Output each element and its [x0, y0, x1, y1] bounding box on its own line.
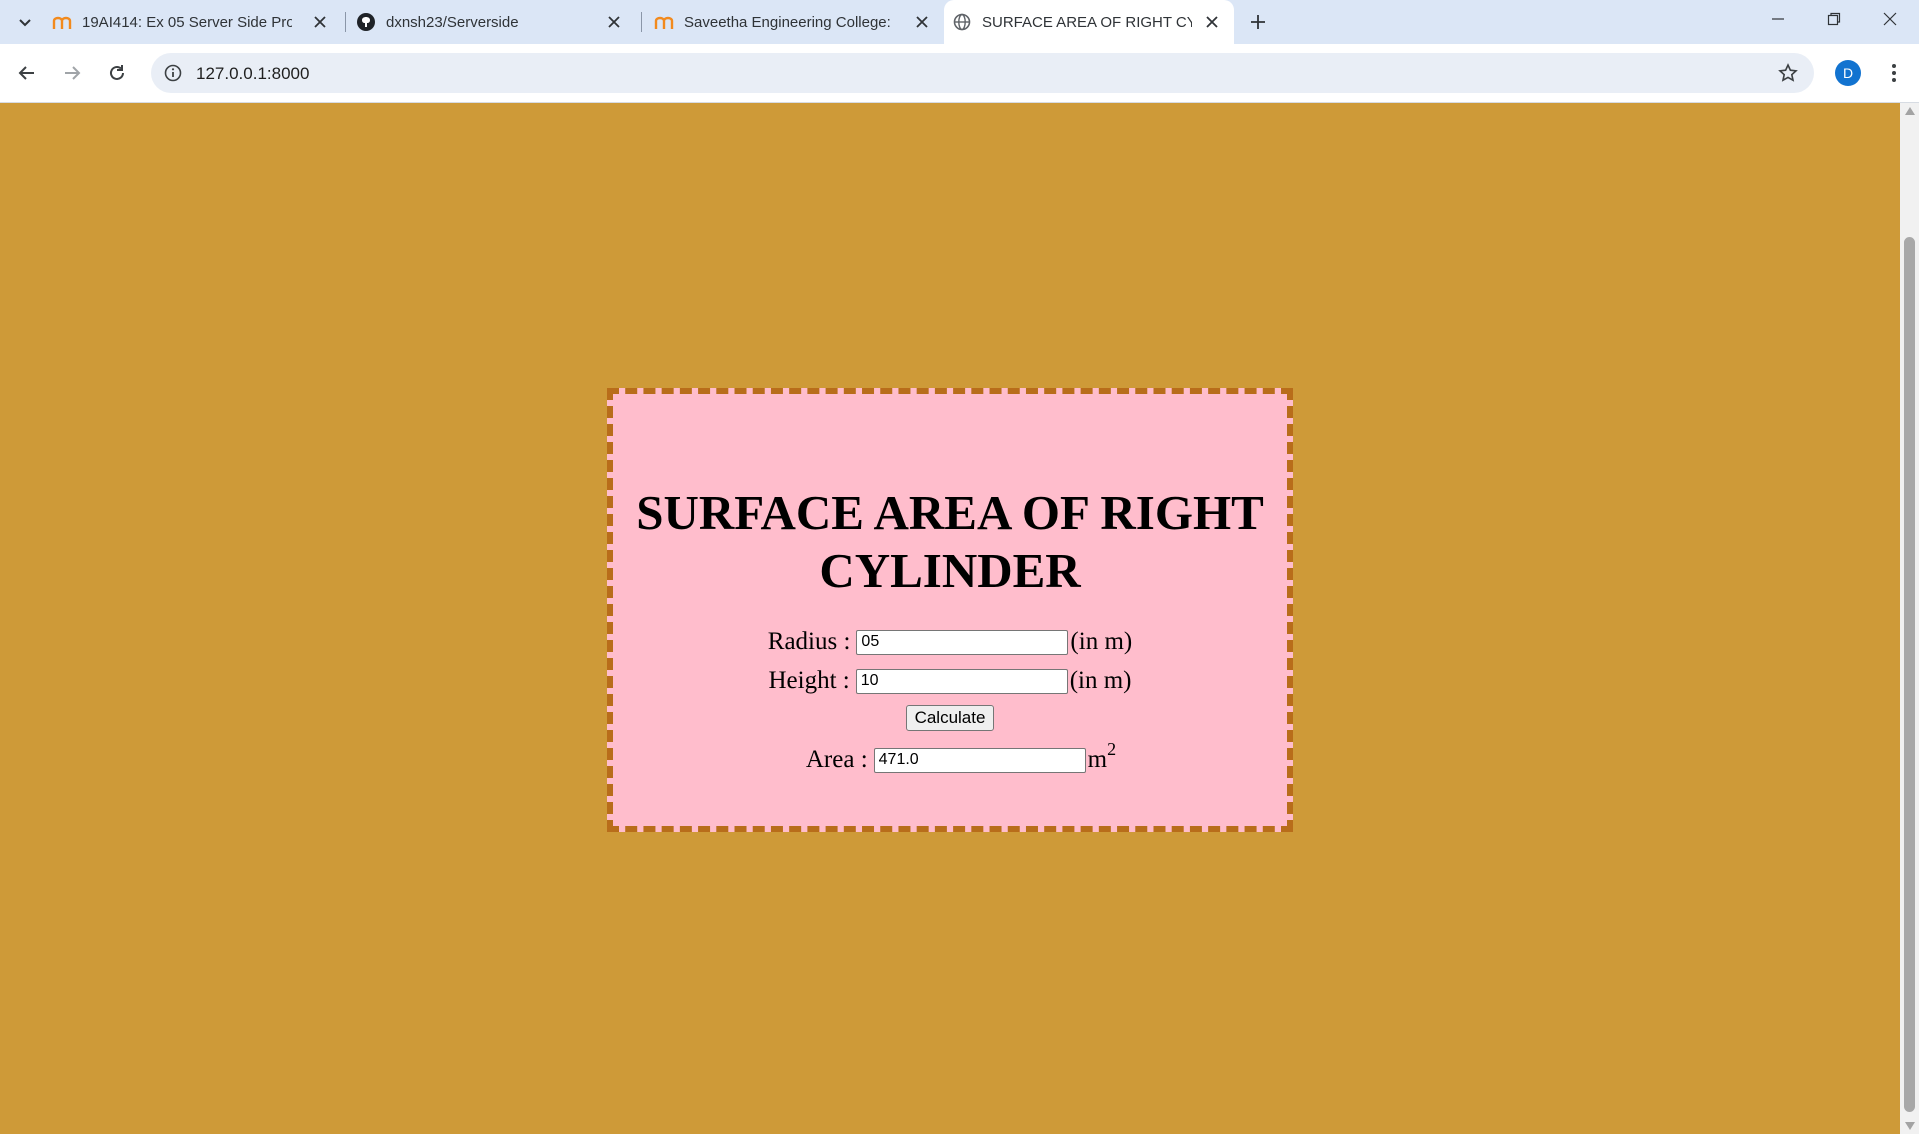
calculator-card: SURFACE AREA OF RIGHT CYLINDER Radius : … [607, 388, 1293, 832]
back-button[interactable] [10, 56, 44, 90]
radius-unit: (in m) [1070, 628, 1133, 655]
tab-title: 19AI414: Ex 05 Server Side Proc [82, 13, 292, 31]
vertical-scrollbar[interactable] [1900, 103, 1919, 1134]
info-icon[interactable] [161, 61, 185, 85]
height-label: Height : [768, 667, 850, 694]
tab-college[interactable]: Saveetha Engineering College: L [654, 0, 944, 44]
minimize-button[interactable] [1750, 0, 1806, 38]
close-icon[interactable] [604, 12, 624, 32]
calculate-row: Calculate [613, 705, 1287, 731]
browser-toolbar: 127.0.0.1:8000 D [0, 44, 1919, 103]
tab-strip: 19AI414: Ex 05 Server Side Proc dxnsh23/… [0, 0, 1919, 44]
arrow-left-icon [18, 66, 34, 80]
reload-button[interactable] [100, 56, 134, 90]
tab-active-page[interactable]: SURFACE AREA OF RIGHT CYLIN [944, 0, 1234, 44]
plus-icon [1251, 15, 1265, 29]
url-text: 127.0.0.1:8000 [196, 64, 310, 83]
tab-title: Saveetha Engineering College: L [684, 13, 894, 31]
scrollbar-thumb[interactable] [1904, 237, 1915, 1112]
height-row: Height : (in m) [613, 667, 1287, 695]
radius-input[interactable] [856, 629, 1069, 655]
new-tab-button[interactable] [1243, 7, 1273, 37]
tab-github[interactable]: dxnsh23/Serverside [356, 0, 636, 44]
area-unit: m2 [1087, 740, 1116, 774]
tab-separator [641, 12, 642, 32]
scroll-down-arrow-icon[interactable] [1905, 1122, 1915, 1130]
tab-course[interactable]: 19AI414: Ex 05 Server Side Proc [52, 0, 342, 44]
window-close-button[interactable] [1862, 0, 1918, 38]
moodle-icon [52, 12, 72, 32]
tab-title: SURFACE AREA OF RIGHT CYLIN [982, 13, 1192, 31]
restore-icon [1827, 12, 1841, 26]
radius-row: Radius : (in m) [613, 628, 1287, 656]
tab-search-button[interactable] [10, 7, 40, 37]
github-icon [356, 12, 376, 32]
scroll-up-arrow-icon[interactable] [1905, 107, 1915, 115]
reload-icon [110, 65, 124, 80]
menu-button[interactable] [1879, 58, 1909, 88]
moodle-icon [654, 12, 674, 32]
minimize-icon [1772, 18, 1784, 20]
more-vert-icon [1892, 64, 1896, 82]
area-label: Area : [805, 746, 868, 773]
area-unit-base: m [1087, 746, 1108, 773]
tab-title: dxnsh23/Serverside [386, 13, 519, 31]
height-unit: (in m) [1069, 667, 1132, 694]
page-title: SURFACE AREA OF RIGHT CYLINDER [613, 484, 1287, 600]
area-output[interactable] [873, 747, 1086, 773]
area-unit-exponent: 2 [1107, 739, 1117, 759]
chevron-down-icon [19, 19, 31, 27]
restore-button[interactable] [1806, 0, 1862, 38]
page-heading: SURFACE AREA OF RIGHT CYLINDER [636, 485, 1264, 598]
globe-icon [952, 12, 972, 32]
tab-separator [345, 12, 346, 32]
close-icon[interactable] [1202, 12, 1222, 32]
bookmark-star-icon[interactable] [1776, 61, 1800, 85]
close-icon [1883, 12, 1897, 26]
close-icon[interactable] [912, 12, 932, 32]
address-bar[interactable]: 127.0.0.1:8000 [151, 53, 1814, 93]
profile-avatar[interactable]: D [1835, 60, 1861, 86]
height-input[interactable] [855, 668, 1068, 694]
radius-label: Radius : [767, 628, 851, 655]
forward-button[interactable] [55, 56, 89, 90]
area-row: Area : m2 [613, 740, 1287, 774]
calculate-button[interactable]: Calculate [905, 705, 995, 731]
arrow-right-icon [65, 66, 81, 80]
close-icon[interactable] [310, 12, 330, 32]
